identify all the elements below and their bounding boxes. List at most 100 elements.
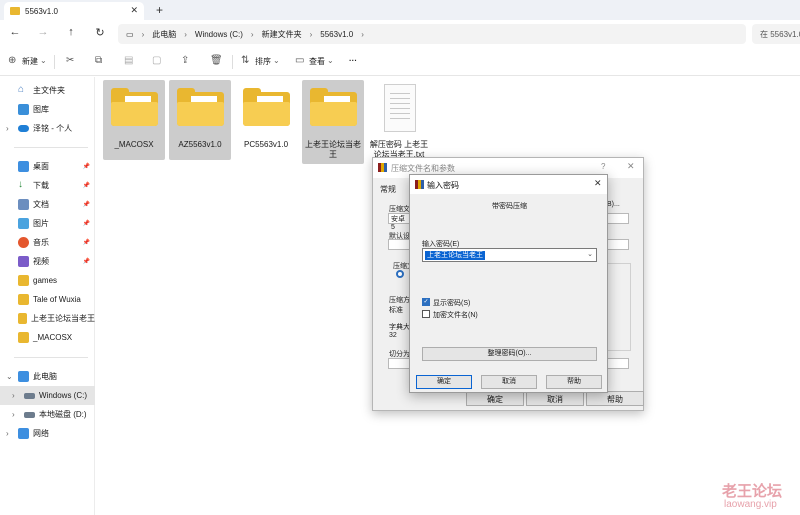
show-password-checkbox[interactable]: ✓	[422, 298, 430, 306]
sidebar-item-downloads[interactable]: ↓ 下载 📌	[0, 176, 95, 195]
tab-general[interactable]: 常规	[380, 184, 396, 195]
organize-passwords-button[interactable]: 整理密码(O)...	[422, 347, 597, 361]
sidebar-item-label: 下载	[33, 181, 49, 190]
paste-icon[interactable]: ▤	[124, 55, 133, 66]
pin-icon[interactable]: 📌	[83, 258, 90, 265]
file-item-laowang[interactable]: 上老王论坛当老王	[302, 80, 364, 164]
pin-icon[interactable]: 📌	[83, 201, 90, 208]
folder-icon	[18, 313, 27, 324]
more-button[interactable]: ···	[349, 56, 357, 65]
sidebar-item-desktop[interactable]: 桌面 📌	[0, 157, 95, 176]
chevron-right-icon[interactable]: ›	[6, 429, 9, 438]
chevron-down-icon[interactable]: ⌄	[587, 250, 593, 258]
search-input[interactable]: 在 5563v1.0	[752, 24, 800, 44]
view-button[interactable]: 查看	[309, 56, 325, 67]
drive-icon	[24, 411, 35, 418]
chevron-right-icon[interactable]: ›	[6, 124, 9, 133]
password-dialog: 输入密码 ✕ 带密码压缩 输入密码(E) 上老王论坛当老王 ⌄ ✓ 显示密码(S…	[409, 174, 608, 393]
cancel-button-back[interactable]: 取消	[526, 391, 584, 406]
sidebar-item-home[interactable]: ⌂ 主文件夹	[0, 81, 95, 100]
pin-icon[interactable]: 📌	[83, 220, 90, 227]
profile-field[interactable]	[388, 239, 410, 250]
sidebar-item-this-pc[interactable]: ⌄ 此电脑	[0, 367, 95, 386]
sidebar-item-laowang[interactable]: 上老王论坛当老王	[0, 309, 95, 328]
home-icon: ⌂	[18, 84, 25, 95]
dictionary-size-value[interactable]: 32	[389, 332, 397, 339]
cut-icon[interactable]: ✂	[66, 55, 74, 66]
chevron-down-icon[interactable]: ⌄	[6, 372, 13, 381]
sidebar-item-gallery[interactable]: 图库	[0, 100, 95, 119]
folder-icon	[10, 7, 20, 15]
network-icon	[18, 428, 29, 439]
pin-icon[interactable]: 📌	[83, 239, 90, 246]
password-input[interactable]: 上老王论坛当老王 ⌄	[422, 248, 597, 262]
view-icon: ▭	[295, 55, 305, 66]
file-name: _MACOSX	[114, 140, 154, 149]
rename-icon[interactable]: ▢	[152, 55, 161, 66]
sidebar-item-tale-of-wuxia[interactable]: Tale of Wuxia	[0, 290, 95, 309]
sort-button[interactable]: 排序	[255, 56, 271, 67]
file-item-pc5563[interactable]: PC5563v1.0	[235, 80, 297, 160]
close-icon[interactable]: ✕	[130, 5, 138, 16]
split-volume-field[interactable]	[388, 358, 410, 369]
breadcrumb-item[interactable]: 5563v1.0	[320, 30, 353, 39]
sidebar-item-label: 图库	[33, 105, 49, 114]
chevron-down-icon: ⌄	[273, 56, 280, 65]
chevron-right-icon[interactable]: ›	[12, 391, 15, 400]
file-item-az5563[interactable]: AZ5563v1.0	[169, 80, 231, 160]
breadcrumb-item[interactable]: 新建文件夹	[262, 29, 302, 40]
help-button-back[interactable]: 帮助	[586, 391, 644, 406]
radio-rar[interactable]	[396, 270, 404, 278]
sidebar-item-videos[interactable]: 视频 📌	[0, 252, 95, 271]
ok-button[interactable]: 确定	[416, 375, 472, 389]
dialog-title: 输入密码	[410, 175, 607, 194]
address-row: ← → ↑ ↻ ▭ › 此电脑 › Windows (C:) › 新建文件夹 ›…	[0, 20, 800, 48]
compression-method-value[interactable]: 标准	[389, 305, 403, 315]
pin-icon[interactable]: 📌	[83, 182, 90, 189]
help-icon[interactable]: ?	[601, 162, 605, 171]
folder-icon	[177, 88, 224, 126]
gallery-icon	[18, 104, 29, 115]
sidebar-item-c-drive[interactable]: › Windows (C:)	[0, 386, 95, 405]
chevron-right-icon[interactable]: ›	[12, 410, 15, 419]
split-volume-unit[interactable]	[607, 358, 629, 369]
sidebar-item-documents[interactable]: 文档 📌	[0, 195, 95, 214]
file-item-macosx[interactable]: _MACOSX	[103, 80, 165, 160]
new-icon: ⊕	[8, 55, 17, 66]
back-icon[interactable]: ←	[8, 26, 22, 38]
copy-icon[interactable]: ⧉	[95, 55, 102, 66]
pin-icon[interactable]: 📌	[83, 163, 90, 170]
refresh-icon[interactable]: ↻	[93, 26, 107, 39]
close-icon[interactable]: ✕	[594, 178, 602, 189]
sidebar-item-games[interactable]: games	[0, 271, 95, 290]
sidebar-item-label: 桌面	[33, 162, 49, 171]
delete-icon[interactable]: 🗑	[210, 55, 223, 66]
dictionary-size-label: 字典大	[389, 324, 410, 331]
forward-icon[interactable]: →	[36, 26, 50, 38]
breadcrumb-item[interactable]: Windows (C:)	[195, 30, 243, 39]
chevron-right-icon: ›	[309, 29, 313, 39]
archive-name-dropdown[interactable]	[607, 213, 629, 224]
sidebar-item-pictures[interactable]: 图片 📌	[0, 214, 95, 233]
sidebar-item-onedrive[interactable]: › 泽铭 - 个人	[0, 119, 95, 138]
breadcrumb[interactable]: ▭ › 此电脑 › Windows (C:) › 新建文件夹 › 5563v1.…	[118, 24, 746, 44]
archive-name-field[interactable]: 安卓 5	[388, 213, 410, 231]
encrypt-names-checkbox[interactable]	[422, 310, 430, 318]
close-icon[interactable]: ✕	[627, 161, 635, 172]
ok-button-back[interactable]: 确定	[466, 391, 524, 406]
sidebar-item-network[interactable]: › 网络	[0, 424, 95, 443]
sidebar-item-macosx[interactable]: _MACOSX	[0, 328, 95, 347]
profile-dropdown[interactable]	[607, 239, 629, 250]
sidebar-item-music[interactable]: 音乐 📌	[0, 233, 95, 252]
cancel-button[interactable]: 取消	[481, 375, 537, 389]
breadcrumb-item[interactable]: 此电脑	[152, 29, 176, 40]
tab-current[interactable]: 5563v1.0 ✕	[4, 2, 144, 20]
new-button[interactable]: 新建	[22, 56, 38, 67]
help-button[interactable]: 帮助	[546, 375, 602, 389]
up-icon[interactable]: ↑	[64, 26, 78, 38]
sidebar-item-label: 音乐	[33, 238, 49, 247]
new-tab-button[interactable]: +	[156, 3, 163, 17]
sidebar-item-d-drive[interactable]: › 本地磁盘 (D:)	[0, 405, 95, 424]
share-icon[interactable]: ⇪	[181, 55, 189, 66]
file-item-password-txt[interactable]: 解压密码 上老王论坛当老王.txt	[368, 80, 430, 164]
